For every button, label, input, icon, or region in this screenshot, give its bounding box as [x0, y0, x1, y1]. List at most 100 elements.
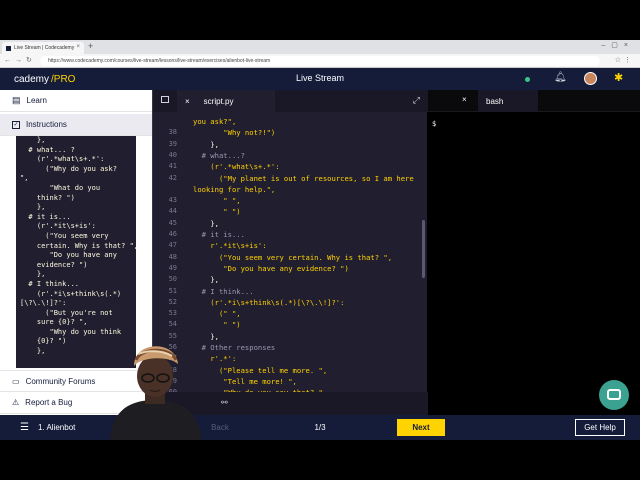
code-line[interactable]: "Do you have any evidence? "): [193, 263, 425, 274]
avatar[interactable]: [584, 72, 597, 85]
instructions-code-line: evidence? "): [20, 260, 88, 269]
share-icon[interactable]: ⚯: [221, 398, 228, 407]
code-area[interactable]: you ask?", "Why not?!") }, # what...? (r…: [193, 112, 425, 402]
code-line[interactable]: " "): [193, 319, 425, 330]
line-number: 40: [168, 150, 177, 159]
instructions-label: Instructions: [26, 120, 67, 129]
code-line[interactable]: ("You seem very certain. Why is that? ",: [193, 252, 425, 263]
window-controls[interactable]: –▢×: [601, 41, 634, 49]
file-name: script.py: [203, 96, 234, 106]
instructions-code-line: ("But you're not: [20, 308, 113, 317]
forum-icon: ▭: [12, 376, 20, 386]
code-line[interactable]: you ask?",: [193, 116, 425, 127]
url-field[interactable]: https://www.codecademy.com/courses/live-…: [40, 56, 600, 66]
close-file-icon[interactable]: ×: [185, 97, 190, 106]
code-line[interactable]: " "): [193, 206, 425, 217]
book-icon: ▤: [12, 95, 21, 105]
terminal-tab-label: bash: [486, 96, 504, 106]
code-line[interactable]: ("My planet is out of resources, so I am…: [193, 173, 425, 184]
code-line[interactable]: looking for help.",: [193, 184, 425, 195]
menu-icon[interactable]: ☰: [20, 422, 29, 433]
status-dot-icon: [525, 77, 530, 82]
nav-buttons[interactable]: ←→↻: [4, 56, 36, 64]
code-line[interactable]: },: [193, 218, 425, 229]
code-line[interactable]: },: [193, 139, 425, 150]
code-line[interactable]: "Why not?!"): [193, 127, 425, 138]
line-number: 41: [168, 162, 177, 171]
line-number: 39: [168, 139, 177, 148]
instructions-tab[interactable]: ✓ Instructions: [0, 114, 152, 136]
instructions-code-line: (r'.*i\s+think\s(.*): [20, 289, 122, 298]
address-bar: ←→↻ https://www.codecademy.com/courses/l…: [0, 54, 640, 68]
instructions-code-line: ("Why do you ask?: [20, 164, 117, 173]
lesson-title[interactable]: 1. Alienbot: [38, 423, 75, 432]
terminal[interactable]: × bash $: [428, 90, 640, 415]
line-number: 45: [168, 218, 177, 227]
next-button[interactable]: Next: [397, 419, 445, 436]
code-line[interactable]: (r'.*what\s+.*':: [193, 161, 425, 172]
code-line[interactable]: # what...?: [193, 150, 425, 161]
get-help-button[interactable]: Get Help: [575, 419, 625, 436]
line-number: 52: [168, 297, 177, 306]
instructions-code-line: ",: [20, 174, 29, 183]
instructions-code-line: },: [20, 203, 46, 212]
instructions-code-line: "What do you: [20, 183, 101, 192]
line-number: 51: [168, 286, 177, 295]
instructions-code-line: # I think...: [20, 279, 80, 288]
new-tab-icon[interactable]: +: [88, 41, 93, 51]
presenter-figure: [110, 346, 202, 440]
presenter-video: [90, 330, 220, 440]
code-line[interactable]: # it is...: [193, 229, 425, 240]
code-line[interactable]: r'.*':: [193, 353, 425, 364]
forums-label: Community Forums: [25, 376, 96, 386]
learn-tab[interactable]: ▤ Learn: [0, 90, 152, 112]
instructions-code-line: think? "): [20, 193, 75, 202]
code-line[interactable]: # Other responses: [193, 342, 425, 353]
code-line[interactable]: "Tell me more! ",: [193, 376, 425, 387]
instructions-code-line: # it is...: [20, 212, 71, 221]
line-number: 42: [168, 173, 177, 182]
code-line[interactable]: r'.*it\s+is':: [193, 240, 425, 251]
instructions-code-line: },: [20, 270, 46, 279]
code-line[interactable]: ("Please tell me more. ",: [193, 365, 425, 376]
chat-button[interactable]: [599, 380, 629, 410]
screen: { "browser": { "tab_title": "Live Stream…: [0, 0, 640, 480]
browser-tab[interactable]: Live Stream | Codecademy ×: [2, 42, 84, 54]
favicon-icon: [6, 45, 11, 51]
line-number: 50: [168, 275, 177, 284]
app-header: code cademy /PRO Live Stream 🔔︎ ✱: [0, 68, 640, 384]
code-line[interactable]: (r'.*i\s+think\s(.*)[\?\.\!]?':: [193, 297, 425, 308]
instructions-code-line: certain. Why is that? ",: [20, 241, 136, 250]
page-indicator: 1/3: [314, 423, 326, 432]
instructions-code-line: [\?\.\!]?':: [20, 299, 67, 308]
browser-tab-title: Live Stream | Codecademy: [14, 45, 75, 51]
instructions-code-line: (r'.*what\s+.*':: [20, 155, 105, 164]
code-line[interactable]: (" ",: [193, 308, 425, 319]
close-tab-icon[interactable]: ×: [76, 44, 80, 50]
learn-label: Learn: [26, 96, 47, 105]
instructions-code-line: ("You seem very: [20, 231, 109, 240]
browser-menu-icon[interactable]: ☆⋮: [615, 56, 634, 64]
gear-icon[interactable]: ✱: [614, 71, 623, 84]
close-terminal-icon[interactable]: ×: [462, 95, 467, 104]
bug-label: Report a Bug: [25, 398, 73, 407]
expand-icon[interactable]: ⤢: [413, 95, 420, 106]
editor-file-tab[interactable]: × script.py: [177, 90, 275, 112]
line-number: 54: [168, 320, 177, 329]
terminal-tab-bar: × bash: [428, 90, 640, 112]
code-line[interactable]: " ",: [193, 195, 425, 206]
terminal-tab[interactable]: bash: [478, 90, 538, 112]
code-line[interactable]: # I think...: [193, 286, 425, 297]
code-line[interactable]: },: [193, 274, 425, 285]
video-letterbox: [0, 440, 640, 480]
line-number: 46: [168, 230, 177, 238]
bell-icon[interactable]: 🔔︎: [554, 72, 567, 83]
bug-icon: ⚠: [12, 398, 20, 407]
line-number: 53: [168, 309, 177, 318]
checkbox-icon: ✓: [12, 120, 20, 129]
line-number: 38: [168, 128, 177, 137]
terminal-prompt: $: [432, 120, 437, 128]
code-line[interactable]: },: [193, 331, 425, 342]
editor-scrollbar[interactable]: [422, 220, 425, 278]
folder-icon[interactable]: [161, 96, 169, 103]
